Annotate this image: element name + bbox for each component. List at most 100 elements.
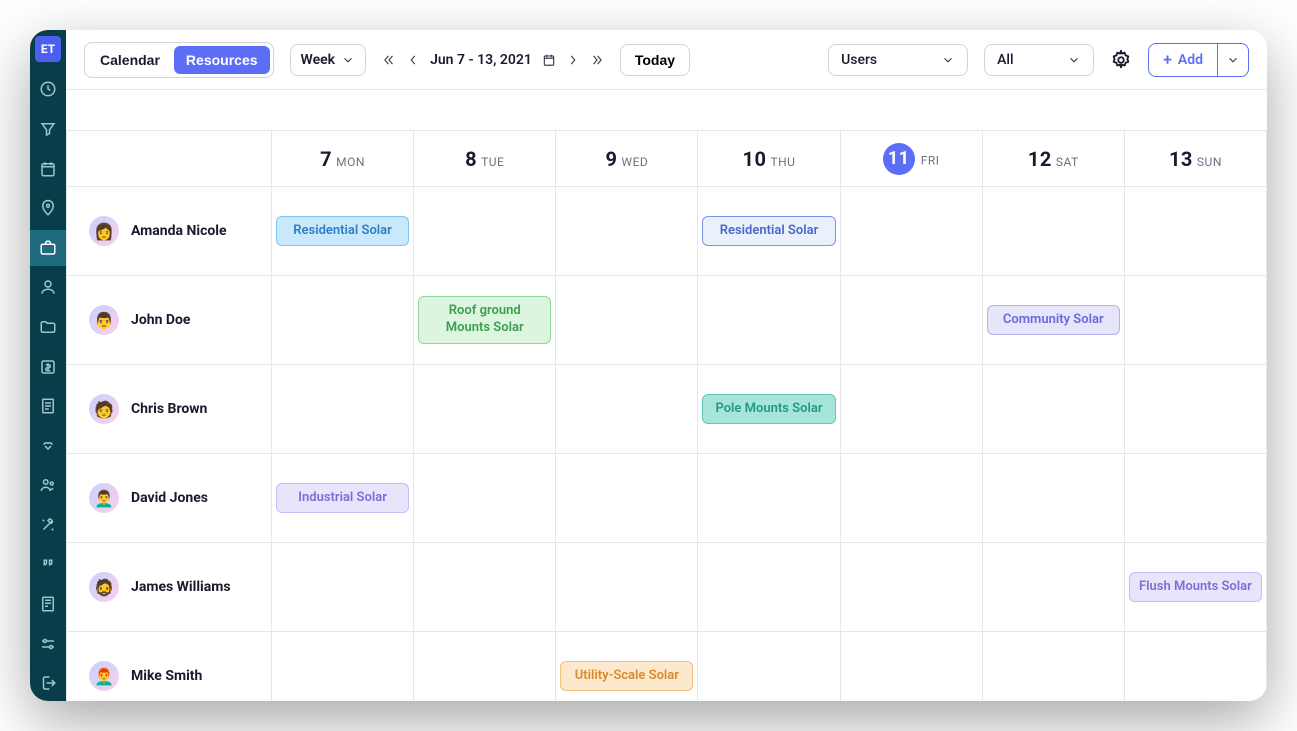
prev-week-button[interactable] (406, 53, 420, 67)
filter-icon[interactable] (30, 111, 66, 147)
quote-icon[interactable] (30, 547, 66, 583)
calendar-cell[interactable] (698, 276, 840, 365)
settings-icon[interactable] (30, 626, 66, 662)
calendar-cell[interactable] (414, 365, 556, 454)
calendar-cell[interactable] (272, 632, 414, 702)
event-card[interactable]: Residential Solar (276, 216, 409, 247)
chevron-down-icon (1067, 53, 1081, 67)
avatar: 👩 (89, 216, 119, 246)
calendar-cell[interactable] (272, 276, 414, 365)
calendar-cell[interactable] (1124, 276, 1266, 365)
date-nav: Jun 7 - 13, 2021 (382, 52, 604, 68)
avatar: 🧔 (89, 572, 119, 602)
calendar-cell[interactable] (556, 187, 698, 276)
calendar-cell[interactable] (556, 365, 698, 454)
add-label: Add (1178, 52, 1203, 68)
prev-period-button[interactable] (382, 53, 396, 67)
resource-name: David Jones (131, 490, 208, 506)
dollar-icon[interactable] (30, 349, 66, 385)
event-card[interactable]: Roof ground Mounts Solar (418, 296, 551, 344)
calendar-cell[interactable]: Community Solar (982, 276, 1124, 365)
logout-icon[interactable] (30, 665, 66, 701)
users-filter-dropdown[interactable]: Users (828, 44, 968, 76)
calendar-picker-button[interactable] (542, 53, 556, 67)
event-card[interactable]: Residential Solar (702, 216, 835, 247)
dashboard-icon[interactable] (30, 72, 66, 108)
period-dropdown[interactable]: Week (290, 44, 367, 76)
calendar-cell[interactable] (414, 454, 556, 543)
calendar-cell[interactable]: Roof ground Mounts Solar (414, 276, 556, 365)
resource-cell: 🧔 James Williams (67, 543, 272, 632)
calendar-cell[interactable]: Utility-Scale Solar (556, 632, 698, 702)
resource-cell: 👨‍🦱David Jones (67, 454, 272, 543)
tab-resources[interactable]: Resources (174, 46, 270, 74)
calendar-cell[interactable] (982, 365, 1124, 454)
calendar-cell[interactable]: Pole Mounts Solar (698, 365, 840, 454)
calendar-cell[interactable] (1124, 632, 1266, 702)
calendar-cell[interactable] (982, 454, 1124, 543)
day-number: 8 (465, 147, 477, 171)
folder-icon[interactable] (30, 309, 66, 345)
calendar-cell[interactable] (556, 276, 698, 365)
event-card[interactable]: Utility-Scale Solar (560, 661, 693, 692)
resource-row: 👨‍🦱David JonesIndustrial Solar (67, 454, 1267, 543)
app-logo[interactable]: ET (35, 36, 61, 62)
calendar-cell[interactable]: Flush Mounts Solar (1124, 543, 1266, 632)
resource-row: 👨John DoeRoof ground Mounts SolarCommuni… (67, 276, 1267, 365)
settings-button[interactable] (1110, 49, 1132, 71)
calendar-cell[interactable] (698, 454, 840, 543)
calendar-cell[interactable] (840, 365, 982, 454)
calendar-cell[interactable] (698, 543, 840, 632)
calendar-cell[interactable] (840, 454, 982, 543)
event-card[interactable]: Community Solar (987, 305, 1120, 336)
users-icon[interactable] (30, 467, 66, 503)
calendar-cell[interactable]: Residential Solar (698, 187, 840, 276)
resource-name: Chris Brown (131, 401, 207, 417)
calendar-cell[interactable]: Residential Solar (272, 187, 414, 276)
calendar-cell[interactable] (414, 632, 556, 702)
calendar-icon[interactable] (30, 151, 66, 187)
event-card[interactable]: Industrial Solar (276, 483, 409, 514)
calendar-cell[interactable] (272, 365, 414, 454)
calendar-cell[interactable] (982, 632, 1124, 702)
calendar-cell[interactable] (414, 187, 556, 276)
tools-icon[interactable] (30, 507, 66, 543)
map-pin-icon[interactable] (30, 190, 66, 226)
next-week-button[interactable] (566, 53, 580, 67)
user-icon[interactable] (30, 270, 66, 306)
calendar-cell[interactable] (840, 276, 982, 365)
calendar-cell[interactable] (272, 543, 414, 632)
briefcase-icon[interactable] (30, 230, 66, 266)
calendar-cell[interactable] (556, 543, 698, 632)
calendar-cell[interactable] (698, 632, 840, 702)
view-tabs: Calendar Resources (84, 42, 274, 78)
calendar-cell[interactable]: Industrial Solar (272, 454, 414, 543)
event-card[interactable]: Pole Mounts Solar (702, 394, 835, 425)
type-filter-dropdown[interactable]: All (984, 44, 1094, 76)
calendar-cell[interactable] (1124, 454, 1266, 543)
tab-calendar[interactable]: Calendar (88, 46, 172, 74)
handshake-icon[interactable] (30, 428, 66, 464)
document-icon[interactable] (30, 388, 66, 424)
receipt-icon[interactable] (30, 586, 66, 622)
next-period-button[interactable] (590, 53, 604, 67)
day-header: 7MON (272, 131, 414, 187)
event-card[interactable]: Flush Mounts Solar (1129, 572, 1262, 603)
calendar-cell[interactable] (840, 187, 982, 276)
calendar-cell[interactable] (414, 543, 556, 632)
add-dropdown-button[interactable] (1217, 44, 1248, 76)
calendar-cell[interactable] (982, 187, 1124, 276)
calendar-cell[interactable] (840, 543, 982, 632)
today-button[interactable]: Today (620, 44, 690, 76)
sidebar: ET (30, 30, 66, 701)
calendar-cell[interactable] (982, 543, 1124, 632)
calendar-cell[interactable] (1124, 365, 1266, 454)
type-filter-label: All (997, 52, 1013, 68)
calendar-cell[interactable] (556, 454, 698, 543)
resource-name: James Williams (131, 579, 231, 595)
add-button[interactable]: + Add (1149, 44, 1217, 76)
calendar-cell[interactable] (1124, 187, 1266, 276)
plus-icon: + (1163, 52, 1172, 68)
calendar-cell[interactable] (840, 632, 982, 702)
day-number: 7 (320, 147, 332, 171)
